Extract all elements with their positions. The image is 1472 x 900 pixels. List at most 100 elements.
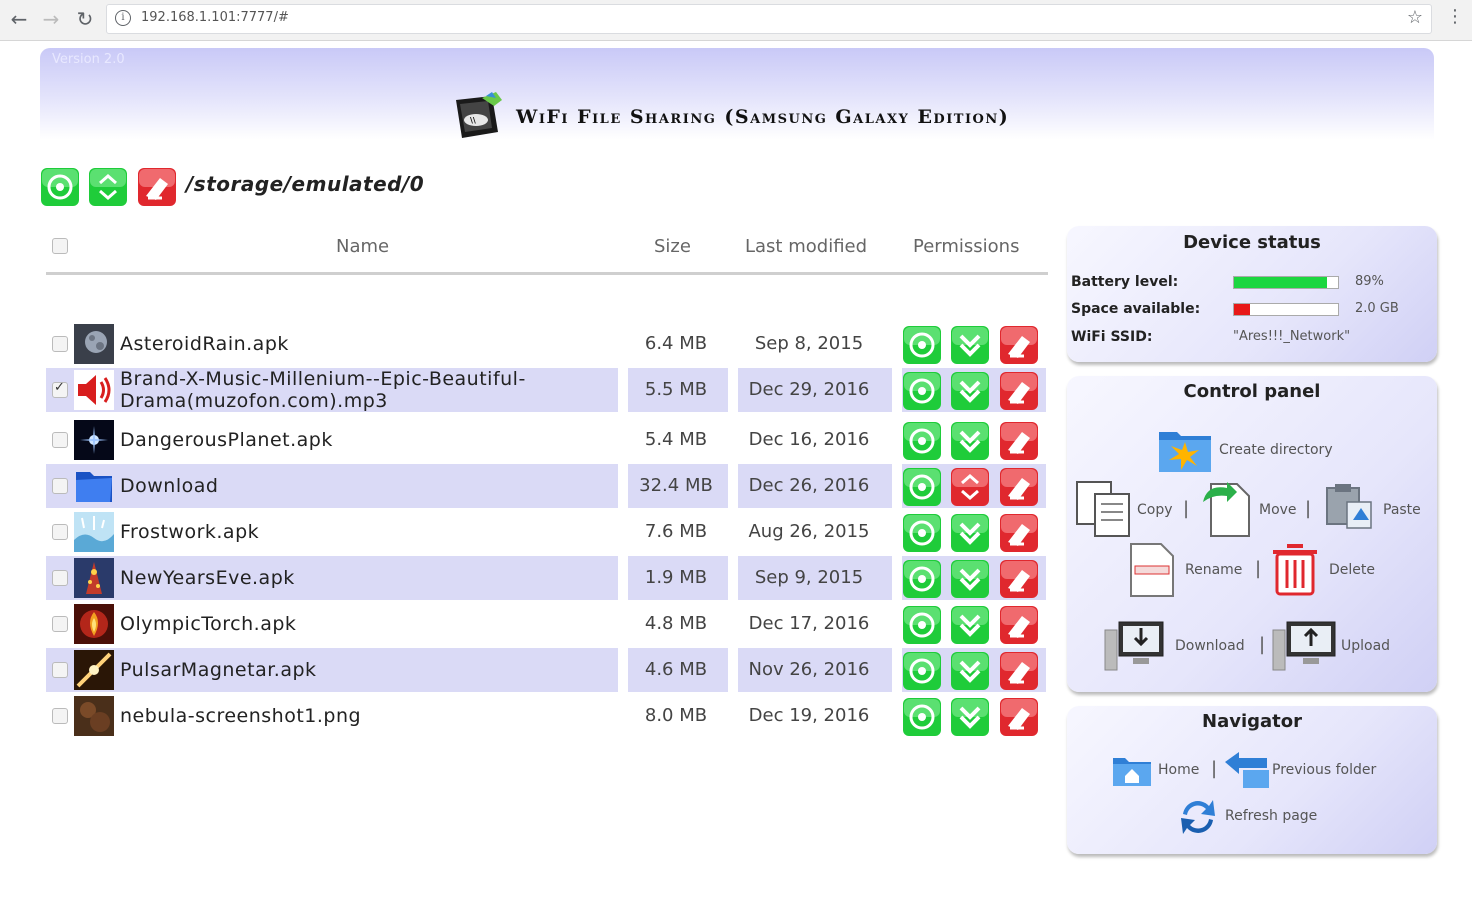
previous-folder-icon[interactable] (1223, 750, 1271, 790)
download-button[interactable] (951, 326, 989, 364)
folder-name-link[interactable]: Download (120, 475, 590, 497)
home-folder-icon[interactable] (1111, 752, 1153, 788)
file-name-link[interactable]: NewYearsEve.apk (120, 567, 590, 589)
delete-button[interactable] (1000, 372, 1038, 410)
delete-button[interactable] (1000, 698, 1038, 736)
ssid-value: "Ares!!!_Network" (1233, 329, 1351, 344)
download-label[interactable]: Download (1175, 638, 1245, 654)
browser-menu-icon[interactable]: ⋮ (1446, 6, 1464, 27)
forward-arrow-icon[interactable]: → (38, 6, 64, 32)
url-text[interactable]: 192.168.1.101:7777/# (141, 10, 289, 25)
view-button[interactable] (903, 372, 941, 410)
file-modified-date: Nov 26, 2016 (748, 659, 870, 680)
download-button[interactable] (951, 560, 989, 598)
view-button[interactable] (903, 652, 941, 690)
table-row[interactable]: NewYearsEve.apk 1.9 MB Sep 9, 2015 (46, 556, 1046, 600)
row-checkbox[interactable] (52, 478, 68, 494)
wifi-share-logo-icon: \\ (456, 92, 502, 138)
file-name-link[interactable]: OlympicTorch.apk (120, 613, 590, 635)
download-button[interactable] (951, 372, 989, 410)
back-arrow-icon[interactable]: ← (6, 6, 32, 32)
upload-label[interactable]: Upload (1341, 638, 1390, 654)
create-directory-label[interactable]: Create directory (1219, 442, 1333, 458)
file-size: 7.6 MB (644, 521, 708, 542)
select-all-checkbox[interactable] (52, 238, 68, 254)
speaker-icon (74, 370, 114, 410)
row-checkbox[interactable] (52, 662, 68, 678)
column-name[interactable]: Name (336, 236, 389, 257)
file-name-link[interactable]: PulsarMagnetar.apk (120, 659, 590, 681)
table-row[interactable]: AsteroidRain.apk 6.4 MB Sep 8, 2015 (46, 322, 1046, 366)
file-name-link[interactable]: AsteroidRain.apk (120, 333, 590, 355)
row-checkbox[interactable] (52, 708, 68, 724)
download-icon[interactable] (1103, 616, 1165, 674)
move-icon[interactable] (1199, 480, 1253, 538)
table-row[interactable]: OlympicTorch.apk 4.8 MB Dec 17, 2016 (46, 602, 1046, 646)
copy-icon[interactable] (1075, 480, 1133, 538)
upload-icon[interactable] (1271, 616, 1337, 674)
open-folder-button[interactable] (951, 468, 989, 506)
move-label[interactable]: Move (1259, 502, 1297, 518)
row-checkbox[interactable] (52, 524, 68, 540)
copy-label[interactable]: Copy (1137, 502, 1173, 518)
delete-button[interactable] (1000, 326, 1038, 364)
delete-button[interactable] (1000, 606, 1038, 644)
column-size[interactable]: Size (654, 236, 691, 257)
row-checkbox[interactable] (52, 570, 68, 586)
download-button[interactable] (951, 422, 989, 460)
file-modified-date: Dec 26, 2016 (748, 475, 870, 496)
table-row[interactable]: DangerousPlanet.apk 5.4 MB Dec 16, 2016 (46, 418, 1046, 462)
table-row[interactable]: Download 32.4 MB Dec 26, 2016 (46, 464, 1046, 508)
row-checkbox[interactable] (52, 380, 68, 398)
file-name-link[interactable]: Brand-X-Music-Millenium--Epic-Beautiful-… (120, 368, 590, 412)
row-checkbox[interactable] (52, 616, 68, 632)
column-last-modified[interactable]: Last modified (745, 236, 867, 257)
create-directory-icon[interactable] (1157, 424, 1213, 474)
view-button[interactable] (903, 560, 941, 598)
file-size: 4.8 MB (644, 613, 708, 634)
file-name-link[interactable]: Frostwork.apk (120, 521, 590, 543)
bookmark-star-icon[interactable]: ☆ (1407, 7, 1423, 28)
table-row[interactable]: Brand-X-Music-Millenium--Epic-Beautiful-… (46, 368, 1046, 412)
table-row[interactable]: nebula-screenshot1.png 8.0 MB Dec 19, 2016 (46, 694, 1046, 738)
table-row[interactable]: PulsarMagnetar.apk 4.6 MB Nov 26, 2016 (46, 648, 1046, 692)
view-button[interactable] (903, 606, 941, 644)
file-modified-date: Dec 19, 2016 (748, 705, 870, 726)
table-row[interactable]: Frostwork.apk 7.6 MB Aug 26, 2015 (46, 510, 1046, 554)
view-button[interactable] (903, 326, 941, 364)
file-name-link[interactable]: DangerousPlanet.apk (120, 429, 590, 451)
info-icon[interactable]: i (115, 10, 131, 26)
select-all-button[interactable] (89, 168, 127, 206)
refresh-page-label[interactable]: Refresh page (1225, 808, 1317, 824)
app-title: WiFi File Sharing (Samsung Galaxy Editio… (516, 106, 1010, 128)
view-button[interactable] (903, 468, 941, 506)
rename-label[interactable]: Rename (1185, 562, 1242, 578)
refresh-icon[interactable] (1175, 794, 1221, 840)
trash-icon[interactable] (1267, 540, 1323, 598)
rename-icon[interactable] (1127, 540, 1177, 598)
download-button[interactable] (951, 652, 989, 690)
download-button[interactable] (951, 698, 989, 736)
row-checkbox[interactable] (52, 432, 68, 448)
clear-selection-button[interactable] (138, 168, 176, 206)
delete-button[interactable] (1000, 468, 1038, 506)
view-button[interactable] (903, 698, 941, 736)
delete-button[interactable] (1000, 652, 1038, 690)
download-button[interactable] (951, 606, 989, 644)
reload-icon[interactable]: ↻ (72, 6, 98, 32)
delete-label[interactable]: Delete (1329, 562, 1375, 578)
address-bar[interactable]: i 192.168.1.101:7777/# ☆ (106, 4, 1432, 34)
delete-button[interactable] (1000, 422, 1038, 460)
view-button[interactable] (41, 168, 79, 206)
row-checkbox[interactable] (52, 336, 68, 352)
home-label[interactable]: Home (1158, 762, 1199, 778)
previous-folder-label[interactable]: Previous folder (1272, 762, 1376, 778)
paste-label[interactable]: Paste (1383, 502, 1421, 518)
view-button[interactable] (903, 422, 941, 460)
view-button[interactable] (903, 514, 941, 552)
delete-button[interactable] (1000, 514, 1038, 552)
paste-icon[interactable] (1321, 480, 1375, 530)
delete-button[interactable] (1000, 560, 1038, 598)
file-name-link[interactable]: nebula-screenshot1.png (120, 705, 590, 727)
download-button[interactable] (951, 514, 989, 552)
